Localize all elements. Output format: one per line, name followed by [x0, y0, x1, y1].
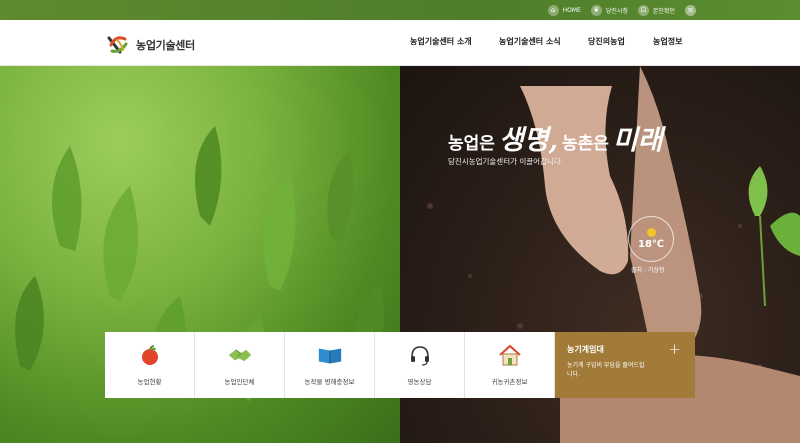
- nav-agriculture-info[interactable]: 농업정보: [653, 36, 693, 47]
- city-hall-link-label: 당진시청: [605, 7, 628, 15]
- leaf-icon: ❦: [590, 4, 602, 16]
- quick-item-farmer-groups[interactable]: 농업인단체: [195, 332, 285, 398]
- home-link-label: HOME: [562, 6, 581, 14]
- utility-bar: ⌂ HOME ❦ 당진시청 ⊡ 본인확인 ≡: [0, 0, 800, 20]
- nav-center-news[interactable]: 농업기술센터 소식: [499, 36, 588, 47]
- quick-menu: 농업현황 농업인단체 농작물 병해충정보 영농상담 귀농귀촌정보 농기계임대 농…: [105, 332, 695, 398]
- identity-check-link-label: 본인확인: [652, 7, 675, 15]
- home-link[interactable]: ⌂ HOME: [547, 4, 581, 16]
- quick-item-label: 농작물 병해충정보: [304, 378, 355, 386]
- quick-item-label: 농업인단체: [224, 378, 255, 386]
- machinery-rental-card[interactable]: 농기계임대 농기계 구입비 부담을 줄여드립니다. +: [555, 332, 695, 398]
- plus-icon[interactable]: +: [668, 340, 681, 358]
- weather-source: 출처 : 기상청: [631, 267, 665, 274]
- slogan-part-2: 생명,: [498, 125, 559, 156]
- city-hall-link[interactable]: ❦ 당진시청: [590, 4, 628, 16]
- quick-item-pest-info[interactable]: 농작물 병해충정보: [285, 332, 375, 398]
- logo-mark-icon: [107, 36, 128, 54]
- site-logo[interactable]: 농업기술센터: [106, 33, 195, 57]
- quick-item-label: 영농상담: [407, 378, 432, 386]
- hero-subtitle: 당진시농업기술센터가 이끌어갑니다.: [448, 157, 564, 166]
- apple-icon: [137, 344, 163, 366]
- nav-center-intro[interactable]: 농업기술센터 소개: [410, 36, 499, 47]
- menu-button[interactable]: ≡: [685, 4, 696, 16]
- quick-item-label: 농업현황: [137, 378, 162, 386]
- sun-icon: [646, 228, 656, 237]
- home-icon: ⌂: [547, 4, 559, 16]
- handshake-icon: [227, 344, 253, 366]
- logo-text: 농업기술센터: [136, 39, 195, 52]
- quick-item-farming-consult[interactable]: 영농상담: [375, 332, 465, 398]
- headset-icon: [407, 344, 433, 366]
- quick-item-farm-status[interactable]: 농업현황: [105, 332, 195, 398]
- weather-temperature: 18℃: [637, 239, 665, 250]
- book-icon: [317, 344, 343, 366]
- slogan-part-4: 미래: [612, 125, 663, 156]
- hero-slogan: 농업은 생명, 농촌은 미래: [448, 118, 663, 157]
- quick-item-label: 귀농귀촌정보: [491, 378, 528, 386]
- house-icon: [497, 344, 523, 366]
- menu-icon: ≡: [685, 4, 696, 16]
- slogan-part-1: 농업은: [448, 134, 495, 154]
- site-header: 농업기술센터 농업기술센터 소개 농업기술센터 소식 당진의농업 농업정보: [0, 20, 800, 66]
- weather-widget: 18℃: [628, 216, 674, 262]
- nav-dangjin-agriculture[interactable]: 당진의농업: [588, 36, 653, 47]
- main-nav: 농업기술센터 소개 농업기술센터 소식 당진의농업 농업정보: [410, 36, 693, 47]
- machinery-rental-title: 농기계임대: [567, 345, 604, 354]
- lock-icon: ⊡: [637, 4, 649, 16]
- machinery-rental-description: 농기계 구입비 부담을 줄여드립니다.: [567, 362, 645, 378]
- quick-item-return-farm[interactable]: 귀농귀촌정보: [465, 332, 555, 398]
- identity-check-link[interactable]: ⊡ 본인확인: [637, 4, 675, 16]
- slogan-part-3: 농촌은: [562, 134, 609, 154]
